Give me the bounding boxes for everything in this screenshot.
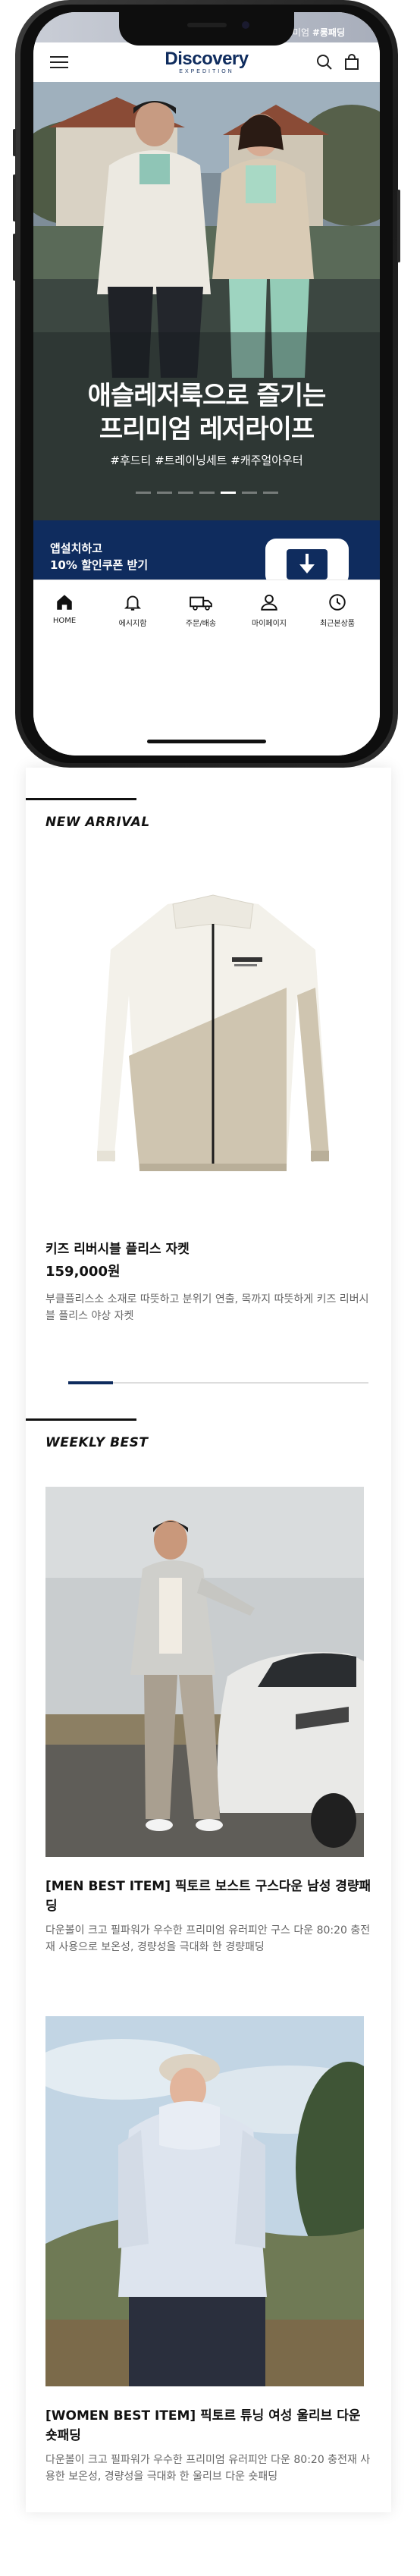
hero-pagination-dot[interactable] xyxy=(241,492,257,494)
hero-banner[interactable]: 애슬레저룩으로 즐기는 프리미엄 레저라이프 #후드티 #트레이닝세트 #캐주얼… xyxy=(33,82,380,520)
product-name[interactable]: 키즈 리버시블 플리스 자켓 xyxy=(45,1238,190,1257)
weekly-best-item-title-women[interactable]: [WOMEN BEST ITEM] 픽토르 튜닝 여성 울리브 다운 숏패딩 xyxy=(45,2406,371,2446)
tab-mypage[interactable]: 마이페이지 xyxy=(243,592,296,628)
carousel-progress-track[interactable] xyxy=(68,1381,368,1384)
tab-label: 마이페이지 xyxy=(252,620,287,628)
top-promo-highlight: #롱패딩 xyxy=(312,27,345,38)
hero-pagination-dot[interactable] xyxy=(135,492,151,494)
tab-label: 주문/배송 xyxy=(185,620,217,628)
hero-title-line-1: 애슬레저룩으로 즐기는 xyxy=(87,381,327,411)
content-card: NEW ARRIVAL 키즈 리버시블 플리스 자켓 159,000원 부클플리… xyxy=(26,768,391,2512)
brand-name: Discovery xyxy=(165,49,249,69)
volume-down-button xyxy=(13,234,16,281)
cart-icon[interactable] xyxy=(343,53,361,71)
hero-pagination-dot[interactable] xyxy=(220,492,236,494)
user-icon xyxy=(261,594,277,611)
app-install-line-1: 앱설치하고 xyxy=(50,542,103,555)
hero-pagination-dot[interactable] xyxy=(156,492,172,494)
weekly-best-item-desc-men: 다운볼이 크고 필파워가 우수한 프리미엄 유러피안 구스 다운 80:20 충… xyxy=(45,1924,371,1953)
product-price: 159,000원 xyxy=(45,1264,121,1280)
hero-pagination-dot[interactable] xyxy=(262,492,278,494)
weekly-best-item-desc-women: 다운볼이 크고 필파워가 우수한 프리미엄 유러피안 다운 80:20 충전재 … xyxy=(45,2454,371,2483)
tab-orders[interactable]: 주문/배송 xyxy=(174,592,227,628)
tab-label: 최근본상품 xyxy=(320,620,355,628)
tab-home[interactable]: HOME xyxy=(38,592,91,625)
home-indicator xyxy=(147,740,266,743)
phone-frame: 온몸을 감싸는 프리미엄 #롱패딩 Discovery EXPEDITION xyxy=(13,0,400,768)
app-install-line-2: 10% 할인쿠폰 받기 xyxy=(50,558,149,572)
tab-label: HOME xyxy=(52,617,77,625)
new-arrival-title: NEW ARRIVAL xyxy=(45,815,150,830)
brand-sub: EXPEDITION xyxy=(179,69,234,74)
power-button xyxy=(397,190,400,262)
mute-switch xyxy=(13,129,16,156)
tab-label: 에시지함 xyxy=(118,620,147,628)
hero-tags: #후드티 #트레이닝세트 #캐주얼아우터 xyxy=(110,454,303,467)
bell-icon xyxy=(124,595,142,611)
app-install-text: 앱설치하고 10% 할인쿠폰 받기 xyxy=(50,540,148,573)
hero-pagination-dot[interactable] xyxy=(199,492,215,494)
tab-messages[interactable]: 에시지함 xyxy=(106,592,159,628)
tab-recent[interactable]: 최근본상품 xyxy=(311,592,364,628)
clock-icon xyxy=(329,594,346,611)
section-divider xyxy=(26,1418,136,1421)
brand-logo[interactable]: Discovery EXPEDITION xyxy=(156,50,257,75)
notch xyxy=(119,12,294,46)
speaker xyxy=(187,23,227,27)
front-camera xyxy=(242,21,249,29)
product-image-fleece-jacket[interactable] xyxy=(88,881,338,1192)
search-icon[interactable] xyxy=(315,53,334,71)
app-download-button[interactable] xyxy=(265,539,349,586)
truck-icon xyxy=(190,596,212,611)
download-icon xyxy=(287,549,328,580)
app-install-banner[interactable]: 앱설치하고 10% 할인쿠폰 받기 xyxy=(33,520,380,586)
hero-pagination xyxy=(33,492,380,494)
phone-screen: 온몸을 감싸는 프리미엄 #롱패딩 Discovery EXPEDITION xyxy=(33,12,380,756)
hero-title-line-2: 프리미엄 레저라이프 xyxy=(99,414,315,445)
section-divider xyxy=(26,798,136,800)
hero-pagination-dot[interactable] xyxy=(177,492,193,494)
weekly-best-item-title-men[interactable]: [MEN BEST ITEM] 픽토르 보스트 구스다운 남성 경량패딩 xyxy=(45,1877,371,1916)
volume-up-button xyxy=(13,174,16,221)
weekly-best-image-men[interactable] xyxy=(45,1487,364,1857)
weekly-best-image-women[interactable] xyxy=(45,2016,364,2386)
carousel-progress-fill xyxy=(68,1381,114,1384)
bottom-tab-bar: HOME 에시지함 주문/배송 마이페이지 최근본상품 xyxy=(33,580,380,756)
product-description: 부클플리스소 소재로 따뜻하고 분위기 연출, 목까지 따뜻하게 키즈 리버시블… xyxy=(45,1293,369,1322)
home-icon xyxy=(57,595,72,610)
site-header: Discovery EXPEDITION xyxy=(33,42,380,82)
weekly-best-title: WEEKLY BEST xyxy=(45,1435,149,1450)
hero-title: 애슬레저룩으로 즐기는 프리미엄 레저라이프 xyxy=(33,379,380,446)
menu-icon[interactable] xyxy=(50,56,68,69)
